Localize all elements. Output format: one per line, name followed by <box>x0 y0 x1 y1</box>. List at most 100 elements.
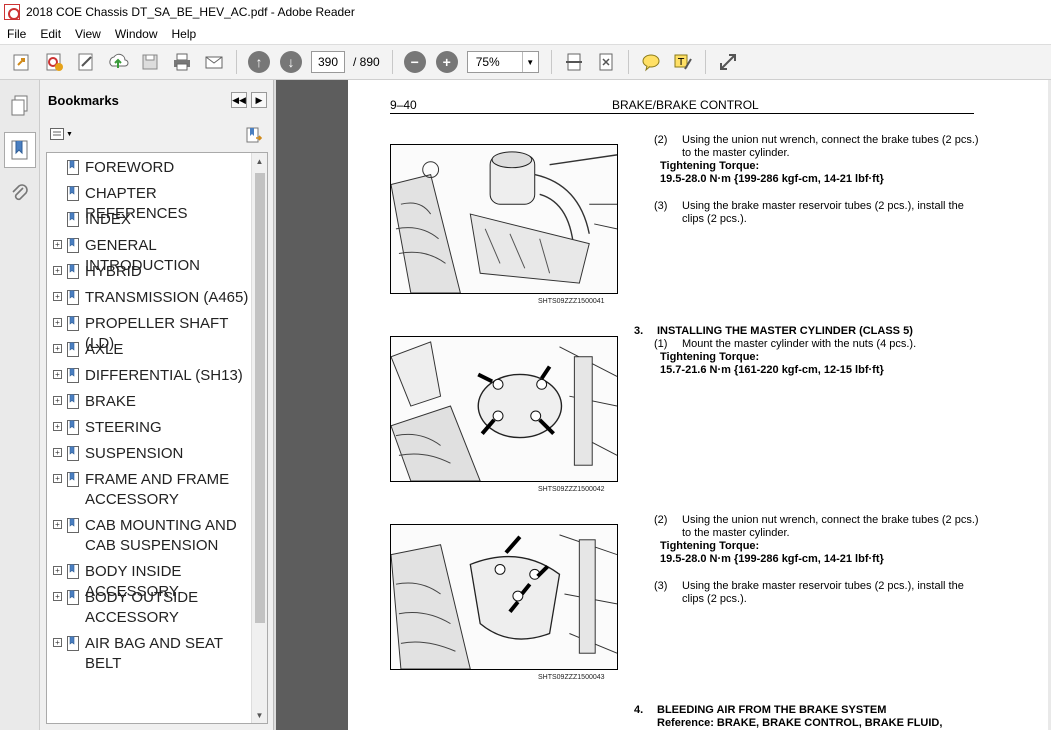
expand-toggle[interactable]: + <box>53 634 65 654</box>
bookmark-label: CAB MOUNTING AND CAB SUSPENSION <box>85 517 237 554</box>
zoom-out-button[interactable]: − <box>402 49 428 75</box>
plus-icon[interactable]: + <box>53 240 62 249</box>
zoom-in-button[interactable]: + <box>434 49 460 75</box>
expand-toggle[interactable]: + <box>53 262 65 282</box>
expand-toggle[interactable]: + <box>53 236 65 256</box>
expand-toggle[interactable]: + <box>53 288 65 308</box>
fit-page-icon[interactable] <box>593 49 619 75</box>
bookmark-options-button[interactable]: ▼ <box>50 126 74 142</box>
plus-icon[interactable]: + <box>53 266 62 275</box>
toolbar-separator <box>704 50 706 74</box>
bookmark-item[interactable]: + AIR BAG AND SEAT BELT <box>47 634 251 674</box>
plus-icon[interactable]: + <box>53 292 62 301</box>
plus-icon[interactable]: + <box>53 344 62 353</box>
expand-toggle[interactable]: + <box>53 314 65 334</box>
upload-icon[interactable] <box>105 49 131 75</box>
torque-value: 19.5-28.0 N·m {199-286 kgf-cm, 14-21 lbf… <box>660 553 884 565</box>
save-icon[interactable] <box>137 49 163 75</box>
bookmark-item[interactable]: + CAB MOUNTING AND CAB SUSPENSION <box>47 516 251 556</box>
plus-icon[interactable]: + <box>53 592 62 601</box>
plus-icon[interactable]: + <box>53 474 62 483</box>
page-thumbnails-icon[interactable] <box>4 88 36 124</box>
create-pdf-icon[interactable] <box>41 49 67 75</box>
plus-icon[interactable]: + <box>53 566 62 575</box>
toolbar-separator <box>550 50 552 74</box>
expand-icon[interactable] <box>715 49 741 75</box>
step-text-line: clips (2 pcs.). <box>682 213 747 225</box>
expand-toggle[interactable]: + <box>53 392 65 412</box>
bookmark-icon <box>67 516 81 536</box>
scroll-up-icon[interactable]: ▲ <box>252 153 267 169</box>
bookmark-icon <box>67 562 81 582</box>
scroll-down-icon[interactable]: ▼ <box>252 707 267 723</box>
torque-value: 19.5-28.0 N·m {199-286 kgf-cm, 14-21 lbf… <box>660 173 884 185</box>
comment-icon[interactable] <box>638 49 664 75</box>
menu-view[interactable]: View <box>68 27 108 41</box>
collapse-panel-icon[interactable]: ◀◀ <box>231 92 247 108</box>
plus-icon[interactable]: + <box>53 520 62 529</box>
plus-icon[interactable]: + <box>53 638 62 647</box>
edit-icon[interactable] <box>73 49 99 75</box>
expand-toggle[interactable]: + <box>53 418 65 438</box>
expand-toggle <box>53 210 65 230</box>
bookmark-label: TRANSMISSION (A465) <box>85 289 249 306</box>
bookmark-item[interactable]: + BODY OUTSIDE ACCESSORY <box>47 588 251 628</box>
plus-icon[interactable]: + <box>53 396 62 405</box>
expand-toggle[interactable]: + <box>53 516 65 536</box>
zoom-select[interactable]: 75% ▼ <box>466 51 539 73</box>
print-icon[interactable] <box>169 49 195 75</box>
menu-bar: File Edit View Window Help <box>0 24 1051 44</box>
bookmarks-scrollbar[interactable]: ▲ ▼ <box>251 153 267 723</box>
previous-page-button[interactable]: ↑ <box>246 49 272 75</box>
plus-icon[interactable]: + <box>53 448 62 457</box>
expand-toggle[interactable]: + <box>53 340 65 360</box>
plus-icon[interactable]: + <box>53 318 62 327</box>
bookmark-icon <box>67 444 81 464</box>
bookmark-label: AIR BAG AND SEAT BELT <box>85 635 223 672</box>
next-page-button[interactable]: ↓ <box>278 49 304 75</box>
expand-toggle[interactable]: + <box>53 444 65 464</box>
bookmark-item[interactable]: + SUSPENSION <box>47 444 251 464</box>
close-panel-icon[interactable]: ▶ <box>251 92 267 108</box>
menu-edit[interactable]: Edit <box>33 27 68 41</box>
expand-bookmark-icon[interactable] <box>245 126 263 149</box>
bookmark-icon <box>67 210 81 230</box>
document-viewport[interactable]: 9–40 BRAKE/BRAKE CONTROL SHTS09ZZZ150004… <box>276 80 1051 730</box>
bookmark-icon <box>67 588 81 608</box>
chevron-down-icon[interactable]: ▼ <box>521 52 538 72</box>
scroll-thumb[interactable] <box>255 173 265 623</box>
navigation-pane-strip <box>0 80 40 730</box>
expand-toggle[interactable]: + <box>53 562 65 582</box>
plus-icon[interactable]: + <box>53 370 62 379</box>
bookmark-item[interactable]: + HYBRID <box>47 262 251 282</box>
bookmark-item[interactable]: + BRAKE <box>47 392 251 412</box>
attachments-icon[interactable] <box>4 176 36 212</box>
bookmark-item[interactable]: + STEERING <box>47 418 251 438</box>
email-icon[interactable] <box>201 49 227 75</box>
bookmark-item[interactable]: FOREWORD <box>47 158 251 178</box>
highlight-icon[interactable]: T <box>670 49 696 75</box>
page-number-input[interactable]: 390 <box>311 51 345 73</box>
plus-icon[interactable]: + <box>53 422 62 431</box>
step-text-line: Using the union nut wrench, connect the … <box>682 514 979 526</box>
bookmark-item[interactable]: + FRAME AND FRAME ACCESSORY <box>47 470 251 510</box>
bookmark-item[interactable]: + AXLE <box>47 340 251 360</box>
menu-file[interactable]: File <box>0 27 33 41</box>
menu-window[interactable]: Window <box>108 27 165 41</box>
bookmark-item[interactable]: + TRANSMISSION (A465) <box>47 288 251 308</box>
bookmark-item[interactable]: INDEX <box>47 210 251 230</box>
title-bar: 2018 COE Chassis DT_SA_BE_HEV_AC.pdf - A… <box>0 0 1051 24</box>
bookmarks-tab-icon[interactable] <box>4 132 36 168</box>
step-text: Using the brake master reservoir tubes (… <box>682 200 982 226</box>
expand-toggle[interactable]: + <box>53 470 65 490</box>
menu-help[interactable]: Help <box>165 27 204 41</box>
fit-width-icon[interactable] <box>561 49 587 75</box>
page-header: 9–40 BRAKE/BRAKE CONTROL <box>390 98 974 114</box>
open-icon[interactable] <box>9 49 35 75</box>
expand-toggle[interactable]: + <box>53 588 65 608</box>
window-title: 2018 COE Chassis DT_SA_BE_HEV_AC.pdf - A… <box>26 5 355 19</box>
expand-toggle[interactable]: + <box>53 366 65 386</box>
step-text: Using the brake master reservoir tubes (… <box>682 580 982 606</box>
section-heading: INSTALLING THE MASTER CYLINDER (CLASS 5) <box>657 325 913 337</box>
bookmark-item[interactable]: + DIFFERENTIAL (SH13) <box>47 366 251 386</box>
